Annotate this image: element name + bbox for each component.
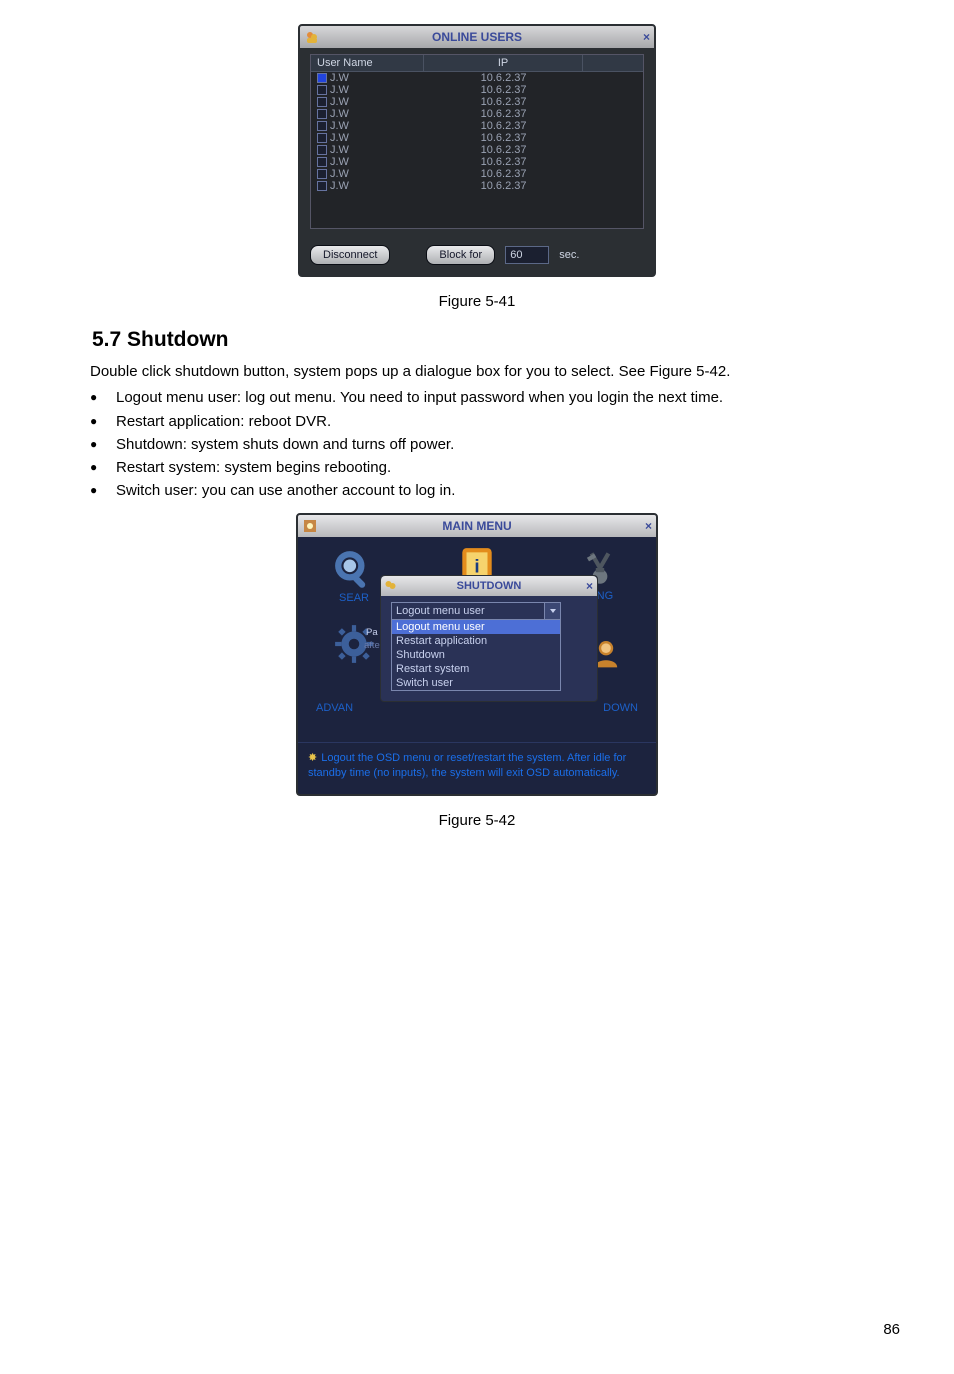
cell-ip: 10.6.2.37: [481, 120, 527, 132]
shutdown-label: DOWN: [603, 702, 638, 714]
checkbox[interactable]: [317, 169, 327, 179]
col-empty: [583, 55, 643, 71]
list-item: ●Restart application: reboot DVR.: [90, 410, 864, 433]
dialog-title: ONLINE USERS: [432, 30, 522, 44]
combo-selected-value: Logout menu user: [396, 605, 485, 617]
disconnect-button[interactable]: Disconnect: [310, 245, 390, 265]
figure-2-container: MAIN MENU × SEAR i TING ADVAN DOW: [0, 513, 954, 830]
table-row[interactable]: J.W 10.6.2.37: [311, 144, 643, 156]
table-row[interactable]: J.W 10.6.2.37: [311, 180, 643, 192]
shutdown-icon: [384, 579, 398, 593]
cell-username: J.W: [330, 180, 349, 192]
page-number: 86: [883, 1321, 900, 1338]
checkbox[interactable]: [317, 121, 327, 131]
partial-label-pa: Pa: [366, 627, 378, 638]
cell-username: J.W: [330, 72, 349, 84]
chevron-down-icon[interactable]: [544, 603, 560, 619]
col-ip: IP: [424, 55, 583, 71]
search-icon[interactable]: SEAR: [324, 549, 384, 604]
checkbox[interactable]: [317, 97, 327, 107]
seconds-label: sec.: [559, 249, 579, 261]
dialog-body: SEAR i TING ADVAN DOWN Pa afte u: [298, 537, 656, 742]
main-menu-dialog: MAIN MENU × SEAR i TING ADVAN DOW: [296, 513, 658, 797]
cell-username: J.W: [330, 108, 349, 120]
close-icon[interactable]: ×: [643, 30, 650, 44]
svg-text:i: i: [474, 556, 479, 577]
cell-username: J.W: [330, 120, 349, 132]
cell-ip: 10.6.2.37: [481, 168, 527, 180]
online-users-dialog: ONLINE USERS × User Name IP J.W 10.6.2.37…: [298, 24, 656, 277]
table-row[interactable]: J.W 10.6.2.37: [311, 96, 643, 108]
table-row[interactable]: J.W 10.6.2.37: [311, 132, 643, 144]
checkbox[interactable]: [317, 109, 327, 119]
table-row[interactable]: J.W 10.6.2.37: [311, 156, 643, 168]
cell-username: J.W: [330, 84, 349, 96]
close-icon[interactable]: ×: [645, 519, 652, 533]
figure-1-caption: Figure 5-41: [0, 293, 954, 310]
shutdown-title: SHUTDOWN: [457, 580, 522, 592]
shutdown-dialog: SHUTDOWN × Logout menu user Logout menu …: [380, 575, 598, 702]
col-username: User Name: [311, 55, 424, 71]
checkbox[interactable]: [317, 85, 327, 95]
cell-ip: 10.6.2.37: [481, 132, 527, 144]
cell-ip: 10.6.2.37: [481, 180, 527, 192]
dialog-titlebar: MAIN MENU ×: [298, 515, 656, 537]
users-icon: [304, 29, 320, 45]
cell-ip: 10.6.2.37: [481, 108, 527, 120]
figure-1-container: ONLINE USERS × User Name IP J.W 10.6.2.37…: [0, 24, 954, 310]
list-item: ●Switch user: you can use another accoun…: [90, 479, 864, 502]
block-seconds-input[interactable]: 60: [505, 246, 549, 264]
users-table: User Name IP J.W10.6.2.37J.W10.6.2.37J.W…: [310, 54, 644, 229]
table-row[interactable]: J.W 10.6.2.37: [311, 84, 643, 96]
advanced-label: ADVAN: [316, 702, 353, 714]
cell-ip: 10.6.2.37: [481, 96, 527, 108]
close-icon[interactable]: ×: [586, 579, 593, 593]
shutdown-titlebar: SHUTDOWN ×: [381, 576, 597, 596]
checkbox[interactable]: [317, 133, 327, 143]
table-row[interactable]: J.W 10.6.2.37: [311, 120, 643, 132]
cell-username: J.W: [330, 132, 349, 144]
figure-2-caption: Figure 5-42: [0, 812, 954, 829]
tip-text: ✸Logout the OSD menu or reset/restart th…: [298, 742, 656, 795]
table-row[interactable]: J.W 10.6.2.37: [311, 72, 643, 84]
cell-username: J.W: [330, 144, 349, 156]
cell-username: J.W: [330, 156, 349, 168]
table-row[interactable]: J.W 10.6.2.37: [311, 108, 643, 120]
checkbox[interactable]: [317, 73, 327, 83]
checkbox[interactable]: [317, 181, 327, 191]
list-item: ●Logout menu user: log out menu. You nee…: [90, 386, 864, 409]
dropdown-option[interactable]: Restart application: [392, 634, 560, 648]
shutdown-dropdown[interactable]: Logout menu userRestart applicationShutd…: [391, 620, 561, 691]
cell-username: J.W: [330, 96, 349, 108]
section-paragraph: Double click shutdown button, system pop…: [90, 362, 864, 382]
dropdown-option[interactable]: Shutdown: [392, 648, 560, 662]
cell-ip: 10.6.2.37: [481, 144, 527, 156]
dialog-title: MAIN MENU: [442, 519, 511, 533]
block-for-button[interactable]: Block for: [426, 245, 495, 265]
search-label: SEAR: [339, 592, 369, 604]
dropdown-option[interactable]: Restart system: [392, 662, 560, 676]
section-heading: 5.7 Shutdown: [92, 328, 954, 352]
checkbox[interactable]: [317, 157, 327, 167]
dropdown-option[interactable]: Logout menu user: [392, 620, 560, 634]
checkbox[interactable]: [317, 145, 327, 155]
cell-ip: 10.6.2.37: [481, 84, 527, 96]
menu-icon: [302, 518, 318, 534]
cell-ip: 10.6.2.37: [481, 156, 527, 168]
tip-content: Logout the OSD menu or reset/restart the…: [308, 752, 626, 780]
dialog-footer: Disconnect Block for 60 sec.: [300, 239, 654, 275]
bullet-list: ●Logout menu user: log out menu. You nee…: [90, 386, 864, 502]
list-item: ●Shutdown: system shuts down and turns o…: [90, 433, 864, 456]
bulb-icon: ✸: [308, 752, 317, 764]
shutdown-combo[interactable]: Logout menu user: [391, 602, 561, 620]
list-item: ● Restart system: system begins rebootin…: [90, 456, 864, 479]
table-row[interactable]: J.W 10.6.2.37: [311, 168, 643, 180]
dialog-titlebar: ONLINE USERS ×: [300, 26, 654, 48]
dropdown-option[interactable]: Switch user: [392, 676, 560, 690]
cell-username: J.W: [330, 168, 349, 180]
cell-ip: 10.6.2.37: [481, 72, 527, 84]
partial-label-afte: afte: [364, 640, 380, 651]
